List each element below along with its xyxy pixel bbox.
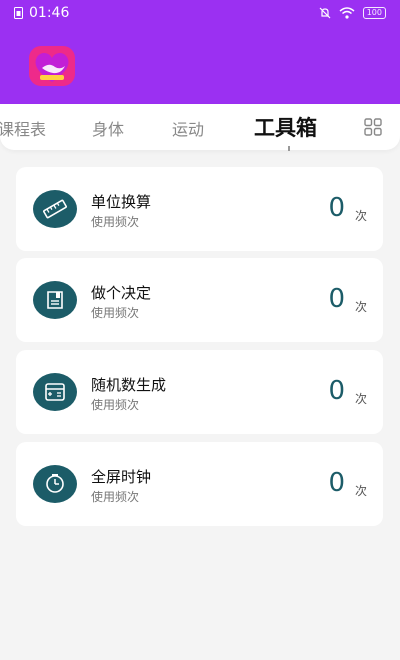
logo-heart-icon xyxy=(35,52,69,82)
tool-subtitle: 使用频次 xyxy=(91,215,140,229)
tool-card-fullscreen-clock[interactable]: 全屏时钟 使用频次 0 次 xyxy=(16,442,383,526)
tool-subtitle: 使用频次 xyxy=(91,490,140,504)
tool-count-unit: 次 xyxy=(354,484,367,498)
tool-title: 全屏时钟 xyxy=(91,468,152,486)
app-logo[interactable] xyxy=(29,46,75,86)
tool-count-unit: 次 xyxy=(354,392,367,406)
note-icon xyxy=(33,281,77,319)
do-not-disturb-icon xyxy=(319,7,331,19)
tab-exercise[interactable]: 运动 xyxy=(172,116,204,140)
tool-card-decision[interactable]: 做个决定 使用频次 0 次 xyxy=(16,258,383,342)
tool-title: 随机数生成 xyxy=(91,376,167,394)
tool-count-unit: 次 xyxy=(354,209,367,223)
tool-count: 0 xyxy=(328,376,345,406)
clock-icon xyxy=(33,465,77,503)
grid-menu-icon[interactable] xyxy=(364,118,382,136)
battery-icon: 100 xyxy=(362,7,386,19)
tool-count: 0 xyxy=(328,193,345,223)
status-time: 01:46 xyxy=(29,5,70,21)
tab-bar: 课程表 身体 运动 工具箱 xyxy=(0,104,400,150)
tool-title: 做个决定 xyxy=(91,284,152,302)
tool-subtitle: 使用频次 xyxy=(91,306,140,320)
tab-indicator xyxy=(288,146,290,151)
tool-card-unit-conversion[interactable]: 单位换算 使用频次 0 次 xyxy=(16,167,383,251)
wifi-icon xyxy=(339,7,355,19)
tab-body[interactable]: 身体 xyxy=(92,116,124,140)
tool-subtitle: 使用频次 xyxy=(91,398,140,412)
calculator-icon xyxy=(33,373,77,411)
sim-icon xyxy=(14,7,23,19)
tool-count: 0 xyxy=(328,284,345,314)
ruler-icon xyxy=(33,190,77,228)
tab-schedule[interactable]: 课程表 xyxy=(0,116,46,140)
tool-count: 0 xyxy=(328,468,345,498)
status-left: 01:46 xyxy=(14,5,69,21)
status-bar: 01:46 100 xyxy=(0,0,400,28)
tab-toolbox[interactable]: 工具箱 xyxy=(254,112,317,142)
tool-title: 单位换算 xyxy=(91,193,152,211)
tool-card-random-number[interactable]: 随机数生成 使用频次 0 次 xyxy=(16,350,383,434)
status-right: 100 xyxy=(319,7,386,19)
app-header xyxy=(0,28,400,104)
tool-count-unit: 次 xyxy=(354,300,367,314)
